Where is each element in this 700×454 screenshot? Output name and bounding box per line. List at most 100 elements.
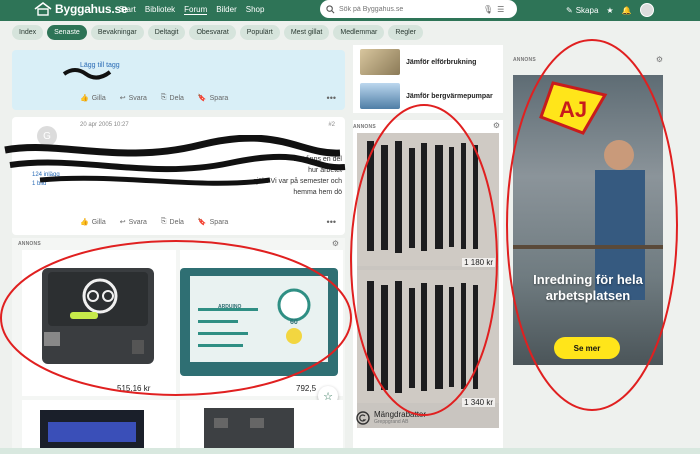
bookmark-icon: 🔖 [197,95,207,102]
compare-heat-pumps-link[interactable]: Jämför bergvärmepumpar [360,83,493,109]
product-price: 515,16 kr [117,384,151,393]
add-tag-link[interactable]: Lägg till tagg [80,62,120,69]
gear-icon[interactable]: ⚙ [332,239,339,248]
thumbs-up-icon: 👍 [80,219,89,226]
more-options-icon[interactable]: ••• [327,217,336,227]
like-label: Gilla [91,94,106,102]
star-icon[interactable]: ★ [606,6,613,15]
heat-pump-thumbnail [360,83,400,109]
tab-bevakningar[interactable]: Bevakningar [90,25,144,40]
gear-icon[interactable]: ⚙ [656,55,663,64]
post-number[interactable]: #2 [328,122,335,128]
electricity-thumbnail [360,49,400,75]
thumbs-up-icon: 👍 [80,95,89,102]
worker-illustration: AJ [513,81,663,300]
like-button[interactable]: 👍 Gilla [80,94,106,103]
save-button[interactable]: 🔖 Spara [197,94,229,103]
tab-medlemmar[interactable]: Medlemmar [333,25,385,40]
lcd-module-image [40,410,144,454]
house-logo-icon [34,2,52,16]
search-icon [326,4,335,13]
tab-regler[interactable]: Regler [388,25,423,40]
ad-product-card[interactable] [180,400,343,454]
share-icon: ⎘ [160,94,167,101]
ad-product-card[interactable]: ARDUINO 60 792,5 [180,250,343,396]
microphone-icon[interactable]: 🎙 [483,5,493,14]
search-input[interactable] [339,5,479,13]
post-actions: 👍 Gilla ↩ Svara ⎘ Dela 🔖 Spara [80,218,228,226]
reply-icon: ↩ [119,219,126,226]
product-price: 1 180 kr [462,258,495,267]
ad-label: ANNONS [18,241,41,247]
ad-headline: Inredning för hela arbetsplatsen [533,272,643,303]
author-image-count: 1 bild [32,181,47,187]
reply-button[interactable]: ↩ Svara [120,94,147,103]
author-stats: 124 inlägg 1 bild [32,171,60,189]
share-label: Dela [169,218,184,226]
share-icon: ⎘ [160,218,167,225]
ad-label: ANNONS [353,124,376,130]
nav-bilder[interactable]: Bilder [216,5,236,15]
create-label: Skapa [575,5,599,15]
site-name: Byggahus.se [55,2,128,16]
advertiser-logo-icon [356,410,370,425]
filter-icon[interactable]: ☰ [497,5,504,14]
aj-ad[interactable]: ANNONS ⚙ AJ Inredning för hela arbetspla… [513,55,663,365]
user-avatar[interactable] [639,3,654,17]
reply-label: Svara [128,94,147,102]
forum-post: G 20 apr 2005 10:27 #2 124 inlägg 1 bild… [12,117,345,235]
bookmark-icon: 🔖 [197,219,207,226]
nav-bibliotek[interactable]: Bibliotek [145,5,175,15]
see-more-button[interactable]: Se mer [554,337,620,359]
post-body-line: Det finns en del [293,156,342,163]
search-box[interactable]: 🎙 ☰ [320,0,517,18]
more-options-icon[interactable]: ••• [327,93,336,103]
advertiser-name: Mängdrabatter [374,410,427,419]
bottom-bar [0,448,700,454]
like-button[interactable]: 👍 Gilla [80,218,106,227]
save-label: Spara [209,218,229,226]
top-bar: Byggahus.se Start Bibliotek Forum Bilder… [0,0,700,21]
ad-product-card[interactable] [22,400,176,454]
save-label: Spara [209,94,229,102]
tool-ad[interactable]: ANNONS ⚙ 1 180 kr 1 340 kr Mängdrabatter… [353,120,503,454]
save-button[interactable]: 🔖 Spara [197,218,229,227]
ad-product-card[interactable]: 515,16 kr [22,250,176,396]
create-button[interactable]: ✎ Skapa [566,6,598,15]
post-body: Det finns en del hur arbetet själv. Vi v… [80,154,342,198]
top-right-actions: ✎ Skapa ★ 🔔 [566,3,654,17]
drill-bits-illustration [357,133,499,403]
device-screen-brand: ARDUINO [218,304,242,310]
tab-popularit[interactable]: Populärt [239,25,280,40]
bell-icon[interactable]: 🔔 [622,6,632,15]
compare-electricity-link[interactable]: Jämför elförbrukning [360,49,476,75]
product-ad: ANNONS ⚙ 515,16 kr ARDUINO 60 792,5 ☆ [12,238,345,454]
nav-start[interactable]: Start [119,5,136,15]
nav-shop[interactable]: Shop [246,5,265,15]
reply-label: Svara [128,218,147,226]
nav-forum[interactable]: Forum [184,5,208,15]
device-screen-value: 60 [290,319,298,326]
tab-deltagit[interactable]: Deltagit [147,25,186,40]
post-body-line: hur arbetet [308,167,342,174]
reply-button[interactable]: ↩ Svara [119,218,147,227]
advertiser-company: Greppgrand AB [374,419,409,425]
product-price: 792,5 [296,384,317,393]
forum-subnav: Index Senaste Bevakningar Deltagit Obesv… [0,25,700,45]
tab-senaste[interactable]: Senaste [47,25,87,40]
worker-photo: AJ [513,75,663,365]
gear-icon[interactable]: ⚙ [493,121,500,130]
tab-index[interactable]: Index [12,25,44,40]
share-button[interactable]: ⎘ Dela [161,94,184,102]
share-button[interactable]: ⎘ Dela [161,218,184,226]
tab-obesvarat[interactable]: Obesvarat [189,25,236,40]
author-avatar[interactable]: G [37,126,57,146]
product-price: 1 340 kr [462,398,495,407]
site-logo[interactable]: Byggahus.se [34,2,128,16]
tab-mest-gillat[interactable]: Mest gillat [283,25,330,40]
related-links: Jämför elförbrukning Jämför bergvärmepum… [353,45,503,113]
forum-post: Lägg till tagg 👍 Gilla ↩ Svara ⎘ Dela 🔖 Spar… [12,50,345,110]
aj-logo-text: AJ [559,97,587,122]
advertiser-info: Mängdrabatter Greppgrand AB [356,410,426,425]
ad-label: ANNONS [513,57,536,63]
